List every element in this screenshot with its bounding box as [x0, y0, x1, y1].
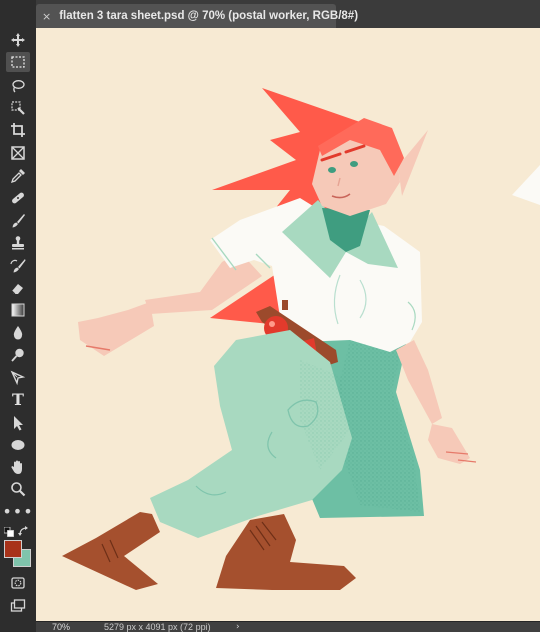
history-brush-tool[interactable]: [6, 256, 30, 276]
artwork-illustration: [62, 88, 540, 590]
elf-ear: [398, 130, 428, 196]
status-bar: 70% 5279 px x 4091 px (72 ppi) ›: [36, 621, 540, 632]
move-tool[interactable]: [6, 30, 30, 50]
lasso-icon: [12, 80, 25, 93]
marquee-tool[interactable]: [6, 52, 30, 72]
eyedropper-tool[interactable]: [6, 166, 30, 186]
zoom-tool[interactable]: [6, 479, 30, 499]
right-hand: [428, 424, 470, 464]
dodge-tool[interactable]: [6, 345, 30, 365]
brush-icon: [12, 214, 25, 228]
screen-mode-icon: [10, 599, 26, 612]
blur-tool[interactable]: [6, 323, 30, 343]
hand-icon: [11, 460, 22, 474]
photoshop-window: T ••• × flatten 3 tara sheet.psd @ 70% (…: [0, 0, 540, 632]
brush-tool[interactable]: [6, 211, 30, 231]
path-select-tool[interactable]: [6, 413, 30, 433]
gradient-tool[interactable]: [6, 300, 30, 320]
ellipse-icon: [11, 440, 25, 450]
quick-select-tool[interactable]: [6, 98, 30, 118]
eraser-tool[interactable]: [6, 278, 30, 298]
quick-select-icon: [11, 101, 25, 115]
document-tab-bar: × flatten 3 tara sheet.psd @ 70% (postal…: [36, 0, 540, 29]
frame-icon: [11, 146, 25, 160]
eraser-icon: [11, 284, 23, 295]
move-icon: [11, 33, 25, 47]
more-icon: •••: [2, 502, 34, 521]
droplet-icon: [13, 326, 23, 340]
gradient-icon: [11, 303, 25, 317]
left-eye: [328, 167, 336, 173]
right-eye: [350, 161, 358, 167]
bandage-icon: [12, 192, 24, 204]
quick-mask-icon: [11, 577, 25, 589]
arrow-select-icon: [14, 416, 23, 431]
document-title: flatten 3 tara sheet.psd @ 70% (postal w…: [59, 10, 359, 22]
dodge-icon: [11, 348, 24, 362]
eyedropper-icon: [10, 169, 25, 184]
healing-brush-tool[interactable]: [6, 188, 30, 208]
shape-tool[interactable]: [6, 435, 30, 455]
type-icon: T: [12, 390, 24, 409]
pen-icon: [10, 370, 26, 386]
quick-mask-button[interactable]: [6, 573, 30, 593]
foreground-color-swatch[interactable]: [4, 540, 22, 558]
type-tool[interactable]: T: [6, 390, 30, 410]
tools-panel: T •••: [0, 0, 37, 631]
history-brush-icon: [10, 259, 26, 273]
left-hand: [78, 302, 154, 356]
crop-tool[interactable]: [6, 120, 30, 140]
right-arm: [396, 340, 442, 424]
crop-icon: [11, 123, 25, 137]
screen-mode-button[interactable]: [6, 596, 30, 616]
right-boot: [216, 514, 356, 590]
swap-colors-icon[interactable]: [18, 526, 30, 538]
background-shape: [512, 165, 540, 205]
document-canvas[interactable]: [36, 28, 540, 622]
lasso-tool[interactable]: [6, 76, 30, 96]
magnifier-icon: [11, 482, 26, 497]
close-icon[interactable]: ×: [42, 10, 51, 23]
stamp-icon: [12, 236, 24, 250]
pen-tool[interactable]: [6, 368, 30, 388]
default-colors-icon[interactable]: [4, 527, 14, 537]
document-tab[interactable]: × flatten 3 tara sheet.psd @ 70% (postal…: [36, 4, 358, 28]
edit-toolbar[interactable]: •••: [2, 502, 32, 522]
clone-stamp-tool[interactable]: [6, 233, 30, 253]
hand-tool[interactable]: [6, 457, 30, 477]
left-boot: [62, 512, 160, 590]
rect-marquee-icon: [11, 56, 25, 68]
frame-tool[interactable]: [6, 143, 30, 163]
